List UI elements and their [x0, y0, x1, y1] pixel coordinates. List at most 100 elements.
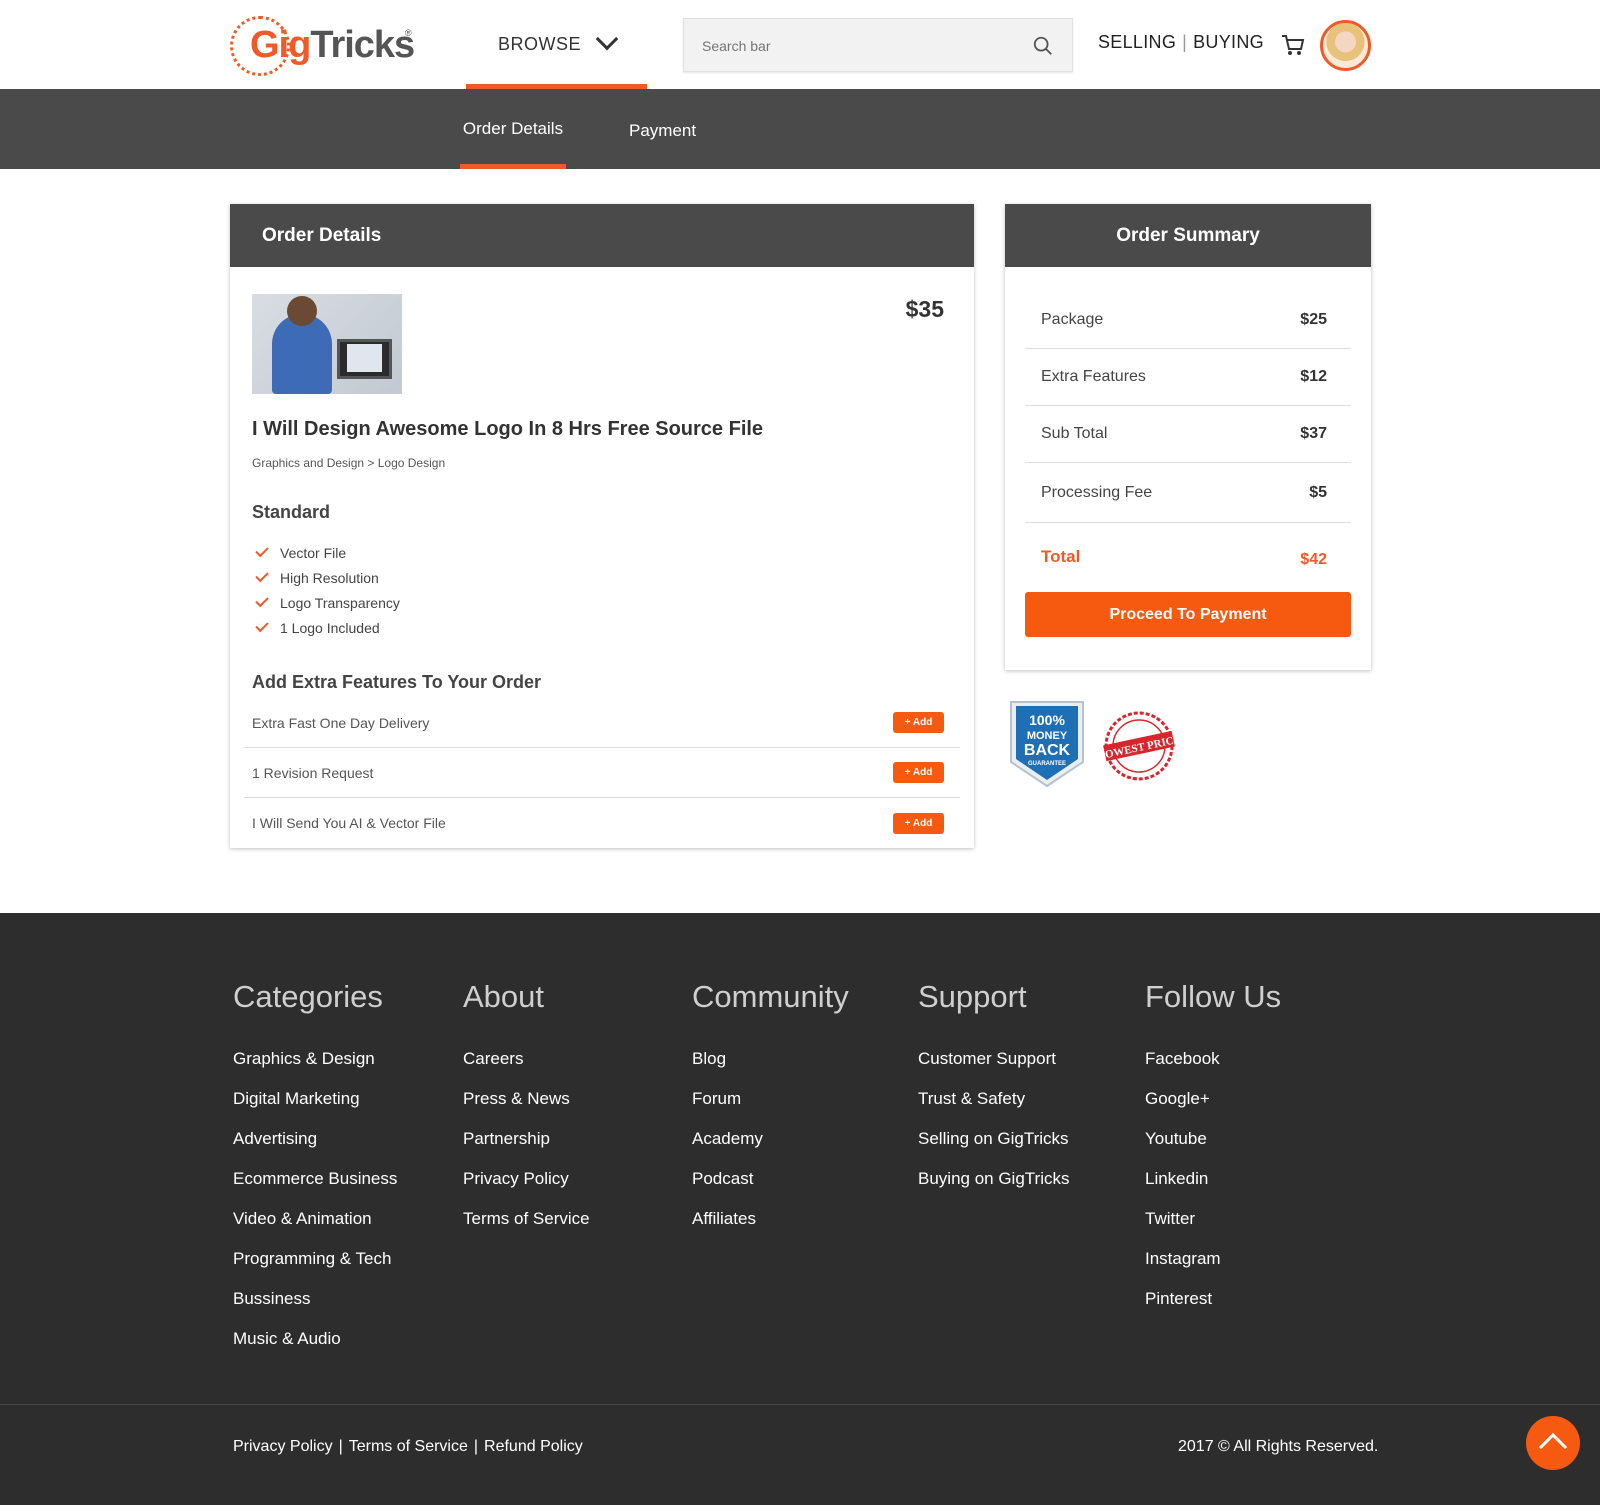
extra-feature-row: 1 Revision Request + Add	[244, 748, 960, 798]
footer-link[interactable]: Youtube	[1145, 1129, 1221, 1169]
package-feature-label: High Resolution	[280, 569, 379, 586]
footer-link[interactable]: Ecommerce Business	[233, 1169, 397, 1209]
package-feature-label: 1 Logo Included	[280, 619, 380, 636]
search-input[interactable]	[702, 35, 1022, 57]
footer-link[interactable]: Customer Support	[918, 1049, 1069, 1089]
logo-part-gig: Gig	[250, 24, 311, 66]
badge-text-guarantee: GUARANTEE	[1028, 761, 1066, 767]
selling-link[interactable]: SELLING	[1098, 32, 1176, 52]
badge-text-back: BACK	[1024, 742, 1071, 759]
search-icon[interactable]	[1032, 35, 1054, 57]
footer-links: Customer Support Trust & Safety Selling …	[918, 1049, 1069, 1209]
footer-column-title: Follow Us	[1145, 979, 1282, 1014]
check-icon	[255, 543, 269, 558]
summary-value: $25	[1300, 311, 1327, 328]
check-icon	[255, 568, 269, 583]
footer-link[interactable]: Partnership	[463, 1129, 590, 1169]
summary-label: Sub Total	[1041, 425, 1108, 442]
footer-links: Blog Forum Academy Podcast Affiliates	[692, 1049, 763, 1249]
proceed-to-payment-button[interactable]: Proceed To Payment	[1025, 592, 1351, 637]
extra-feature-row: I Will Send You AI & Vector File + Add	[244, 798, 960, 848]
footer-links: Graphics & Design Digital Marketing Adve…	[233, 1049, 397, 1369]
legal-separator: |	[338, 1438, 343, 1455]
summary-row-subtotal: Sub Total $37	[1025, 406, 1351, 463]
selling-buying-switch: SELLING | BUYING	[1098, 32, 1264, 53]
logo-part-tricks: Tricks	[310, 24, 415, 66]
user-avatar[interactable]	[1320, 20, 1371, 71]
footer-link[interactable]: Buying on GigTricks	[918, 1169, 1069, 1209]
gig-thumbnail-image	[252, 294, 402, 394]
summary-row-package: Package $25	[1025, 292, 1351, 349]
add-extra-button[interactable]: + Add	[893, 712, 944, 733]
footer-link[interactable]: Selling on GigTricks	[918, 1129, 1069, 1169]
package-feature-label: Logo Transparency	[280, 594, 400, 611]
footer-link[interactable]: Press & News	[463, 1089, 590, 1129]
summary-row-extra-features: Extra Features $12	[1025, 349, 1351, 406]
footer-link[interactable]: Google+	[1145, 1089, 1221, 1129]
search-bar	[683, 18, 1073, 72]
footer-link[interactable]: Privacy Policy	[463, 1169, 590, 1209]
footer-link[interactable]: Trust & Safety	[918, 1089, 1069, 1129]
total-label: Total	[1041, 547, 1081, 566]
footer-link[interactable]: Graphics & Design	[233, 1049, 397, 1089]
footer-link[interactable]: Affiliates	[692, 1209, 763, 1249]
footer-link[interactable]: Programming & Tech	[233, 1249, 397, 1289]
buying-link[interactable]: BUYING	[1193, 32, 1264, 52]
footer-column-title: Community	[692, 979, 849, 1014]
package-feature-item: 1 Logo Included	[255, 615, 400, 640]
legal-separator: |	[473, 1438, 479, 1455]
legal-link-refund[interactable]: Refund Policy	[484, 1438, 583, 1455]
footer-link[interactable]: Pinterest	[1145, 1289, 1221, 1329]
summary-label: Package	[1041, 311, 1104, 328]
extra-feature-label: Extra Fast One Day Delivery	[252, 714, 430, 731]
extras-heading: Add Extra Features To Your Order	[252, 672, 542, 692]
browse-menu-button[interactable]: BROWSE	[466, 0, 647, 89]
footer-link[interactable]: Academy	[692, 1129, 763, 1169]
footer-link[interactable]: Podcast	[692, 1169, 763, 1209]
footer-link[interactable]: Advertising	[233, 1129, 397, 1169]
thumbnail-screen	[347, 344, 382, 372]
tab-payment[interactable]: Payment	[629, 89, 696, 169]
extra-feature-label: I Will Send You AI & Vector File	[252, 815, 446, 831]
gig-title: I Will Design Awesome Logo In 8 Hrs Free…	[252, 418, 764, 440]
footer-link[interactable]: Linkedin	[1145, 1169, 1221, 1209]
cart-icon[interactable]	[1280, 32, 1306, 58]
footer-link[interactable]: Music & Audio	[233, 1329, 397, 1369]
thumbnail-person	[272, 314, 332, 394]
order-details-heading: Order Details	[230, 204, 974, 267]
badge-text-100: 100%	[1029, 712, 1065, 728]
lowest-price-seal: LOWEST PRICE	[1098, 711, 1180, 781]
footer-column-title: Support	[918, 979, 1027, 1014]
package-feature-label: Vector File	[280, 544, 347, 561]
scroll-to-top-button[interactable]	[1526, 1416, 1580, 1470]
order-summary-heading: Order Summary	[1005, 204, 1371, 267]
tab-order-details[interactable]: Order Details	[460, 89, 566, 169]
total-value: $42	[1300, 551, 1327, 568]
footer-links: Facebook Google+ Youtube Linkedin Twitte…	[1145, 1049, 1221, 1329]
gig-category-breadcrumb: Graphics and Design > Logo Design	[252, 456, 446, 470]
legal-link-terms[interactable]: Terms of Service	[349, 1438, 468, 1455]
check-icon	[255, 593, 269, 608]
footer-link[interactable]: Blog	[692, 1049, 763, 1089]
footer-link[interactable]: Video & Animation	[233, 1209, 397, 1249]
footer-link[interactable]: Digital Marketing	[233, 1089, 397, 1129]
package-feature-item: Logo Transparency	[255, 590, 400, 615]
add-extra-button[interactable]: + Add	[893, 812, 944, 834]
footer-link[interactable]: Facebook	[1145, 1049, 1221, 1089]
footer-link[interactable]: Twitter	[1145, 1209, 1221, 1249]
footer-links: Careers Press & News Partnership Privacy…	[463, 1049, 590, 1249]
footer-link[interactable]: Forum	[692, 1089, 763, 1129]
footer-link[interactable]: Terms of Service	[463, 1209, 590, 1249]
footer-link[interactable]: Instagram	[1145, 1249, 1221, 1289]
top-header: GigTricks ® BROWSE SELLING |BUYING	[0, 0, 1600, 89]
logo-wordmark: GigTricks	[250, 24, 415, 67]
site-footer: Categories Graphics & Design Digital Mar…	[0, 913, 1600, 1505]
legal-link-privacy[interactable]: Privacy Policy	[233, 1438, 333, 1455]
gigtricks-logo[interactable]: GigTricks ®	[230, 14, 415, 78]
copyright-text: 2017 © All Rights Reserved.	[1178, 1438, 1379, 1455]
package-features-list: Vector File High Resolution Logo Transpa…	[255, 540, 400, 640]
money-back-guarantee-badge: 100% MONEY BACK GUARANTEE	[1010, 701, 1084, 788]
add-extra-button[interactable]: + Add	[893, 762, 944, 783]
footer-link[interactable]: Bussiness	[233, 1289, 397, 1329]
footer-link[interactable]: Careers	[463, 1049, 590, 1089]
